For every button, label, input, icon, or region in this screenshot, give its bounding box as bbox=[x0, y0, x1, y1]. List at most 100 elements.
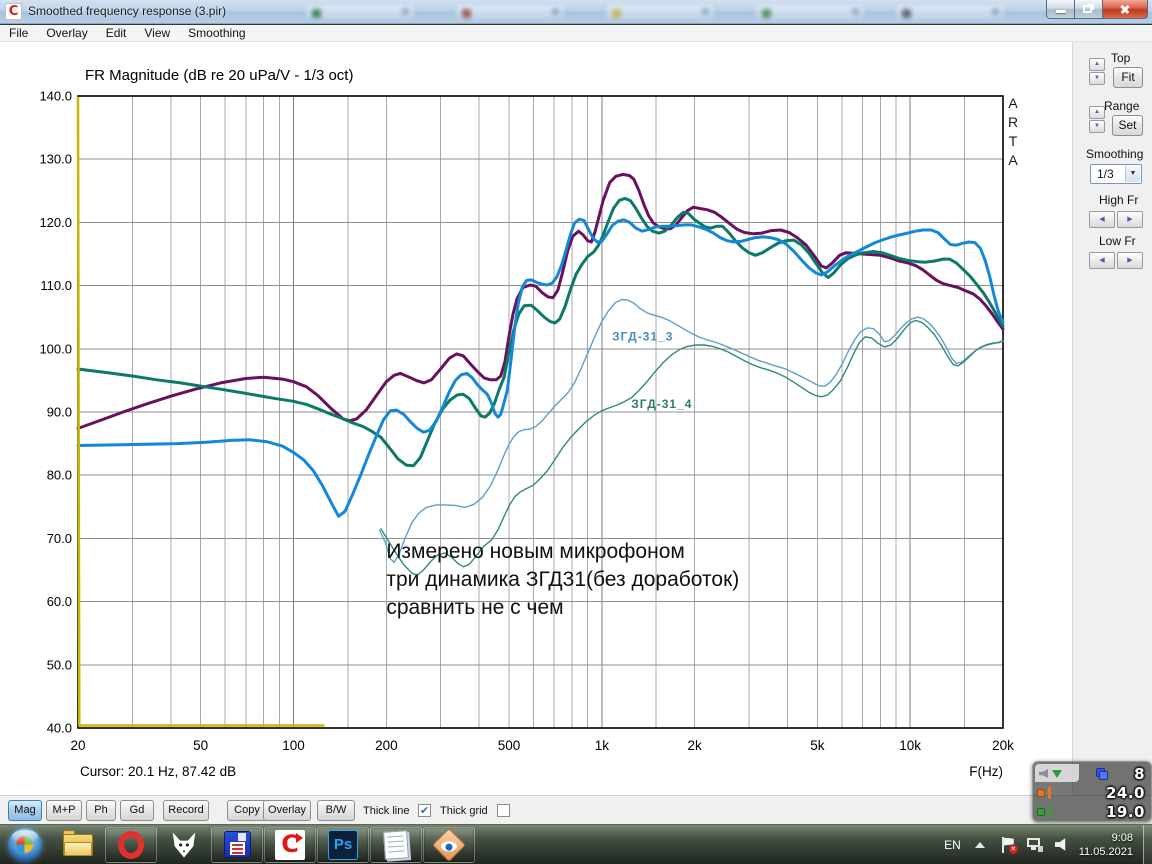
taskbar-item-explorer[interactable] bbox=[52, 827, 104, 863]
clock-time: 9:08 bbox=[1111, 831, 1133, 844]
toolbar-button-ph[interactable]: Ph bbox=[86, 800, 116, 821]
toolbar-button-mag[interactable]: Mag bbox=[8, 800, 42, 821]
toolbar-button-copy[interactable]: Copy bbox=[227, 800, 267, 821]
arta-vertical-logo: A bbox=[1008, 152, 1018, 168]
annotation-text: Измерено новым микрофоном bbox=[386, 540, 685, 563]
annotation-text: сравнить не с чем bbox=[386, 596, 563, 619]
range-spinner[interactable]: ▲ ▼ bbox=[1089, 106, 1105, 133]
high-fr-right-button[interactable]: ▶ bbox=[1117, 211, 1143, 228]
toolbar-button-m-p[interactable]: M+P bbox=[46, 800, 82, 821]
overlay-thin-blue bbox=[378, 298, 1004, 564]
thick-line-checkbox[interactable]: ✔ bbox=[418, 804, 431, 817]
high-fr-left-button[interactable]: ◀ bbox=[1089, 211, 1115, 228]
x-axis-tick-label: 200 bbox=[375, 738, 398, 753]
arta-vertical-logo: A bbox=[1008, 95, 1018, 111]
high-fr-label: High Fr bbox=[1099, 193, 1139, 207]
gadget-value: 8 bbox=[1134, 764, 1145, 783]
action-center-flag-icon[interactable]: ✕ bbox=[1001, 836, 1018, 854]
language-indicator[interactable]: EN bbox=[944, 838, 961, 852]
arta-vertical-logo: R bbox=[1008, 114, 1018, 130]
x-axis-tick-label: 2k bbox=[688, 738, 703, 753]
volume-icon bbox=[1039, 769, 1048, 778]
pages-icon bbox=[1096, 767, 1108, 780]
toolbar-button-overlay[interactable]: Overlay bbox=[263, 800, 311, 821]
cursor-readout: Cursor: 20.1 Hz, 87.42 dB bbox=[80, 764, 236, 779]
foobar-fox-icon bbox=[172, 832, 196, 857]
fit-button[interactable]: Fit bbox=[1113, 67, 1143, 88]
menu-item-overlay[interactable]: Overlay bbox=[37, 26, 96, 40]
x-axis-tick-label: 100 bbox=[282, 738, 305, 753]
taskbar-item-photoshop[interactable]: Ps bbox=[317, 826, 369, 863]
x-axis-tick-label: 1k bbox=[595, 738, 610, 753]
y-axis-tick-label: 70.0 bbox=[47, 531, 72, 546]
window-title: Smoothed frequency response (3.pir) bbox=[28, 4, 227, 18]
green-meter-icon bbox=[1037, 805, 1051, 818]
curve-blue bbox=[76, 217, 1005, 518]
hidden-icons-arrow[interactable] bbox=[974, 841, 985, 848]
set-button[interactable]: Set bbox=[1112, 115, 1143, 136]
y-axis-tick-label: 40.0 bbox=[47, 721, 72, 736]
curve-label: ЗГД-31_4 bbox=[631, 397, 692, 411]
taskbar-item-faststone[interactable] bbox=[423, 826, 475, 863]
x-axis-tick-label: 10k bbox=[899, 738, 921, 753]
y-axis-tick-label: 130.0 bbox=[39, 152, 72, 167]
close-button[interactable] bbox=[1103, 0, 1148, 19]
chevron-down-icon: ▼ bbox=[1125, 166, 1140, 182]
chart-title: FR Magnitude (dB re 20 uPa/V - 1/3 oct) bbox=[85, 67, 353, 84]
thick-grid-label: Thick grid bbox=[440, 805, 488, 817]
menu-item-edit[interactable]: Edit bbox=[97, 26, 136, 40]
start-button[interactable] bbox=[8, 827, 42, 862]
curve-label: ЗГД-31_3 bbox=[612, 330, 673, 344]
clock-date: 11.05.2021 bbox=[1078, 845, 1133, 858]
taskbar: C Ps EN ✕ 9:08 11.05.2021 bbox=[0, 824, 1152, 864]
toolbar-button-b-w[interactable]: B/W bbox=[317, 800, 355, 821]
arta-app-icon[interactable]: C bbox=[5, 3, 22, 20]
thick-grid-checkbox[interactable] bbox=[497, 804, 510, 817]
menu-item-smoothing[interactable]: Smoothing bbox=[179, 26, 254, 40]
arta-vertical-logo: T bbox=[1009, 133, 1018, 149]
hardware-monitor-gadget[interactable]: 8 24.0 19.0 bbox=[1032, 761, 1152, 822]
minimize-button[interactable] bbox=[1046, 0, 1075, 19]
taskbar-item-notepad[interactable] bbox=[370, 826, 422, 863]
notepad-icon bbox=[383, 829, 409, 860]
title-bar[interactable]: C Smoothed frequency response (3.pir) bbox=[0, 0, 1152, 24]
screen: C Smoothed frequency response (3.pir) Fi… bbox=[0, 0, 1152, 864]
chart-client-area[interactable]: 140.0 130.0 120.0 110.0 100.0 90.0 80.0 70.0 60.… bbox=[0, 42, 1152, 795]
show-desktop-button[interactable] bbox=[1143, 824, 1152, 864]
low-fr-left-button[interactable]: ◀ bbox=[1089, 252, 1115, 269]
x-axis-tick-label: 50 bbox=[193, 738, 208, 753]
low-fr-right-button[interactable]: ▶ bbox=[1117, 252, 1143, 269]
curve-teal bbox=[76, 196, 1005, 468]
green-down-arrow-icon bbox=[1052, 769, 1062, 778]
orange-meter-icon bbox=[1037, 786, 1051, 799]
toolbar-button-gd[interactable]: Gd bbox=[120, 800, 154, 821]
gadget-value: 19.0 bbox=[1105, 802, 1145, 821]
side-panel: ▲ ▼ Top Fit ▲ ▼ Range Set Smoothing 1/3 ▼ … bbox=[1072, 42, 1152, 795]
clock[interactable]: 9:08 11.05.2021 bbox=[1079, 831, 1133, 859]
system-tray: EN ✕ 9:08 11.05.2021 bbox=[944, 824, 1152, 864]
speaker-icon[interactable] bbox=[1054, 838, 1066, 851]
top-label: Top bbox=[1111, 51, 1131, 65]
y-axis-tick-label: 90.0 bbox=[47, 405, 72, 420]
taskbar-item-opera[interactable] bbox=[105, 826, 157, 863]
x-axis-tick-label: 5k bbox=[810, 738, 825, 753]
y-axis-tick-label: 120.0 bbox=[39, 215, 72, 230]
restore-button[interactable] bbox=[1075, 0, 1103, 19]
smoothing-label: Smoothing bbox=[1086, 147, 1144, 161]
fr-magnitude-chart[interactable]: 140.0 130.0 120.0 110.0 100.0 90.0 80.0 70.0 60.… bbox=[0, 42, 1072, 795]
taskbar-item-arta[interactable]: C bbox=[264, 826, 316, 863]
top-spinner[interactable]: ▲ ▼ bbox=[1089, 58, 1105, 85]
low-fr-label: Low Fr bbox=[1099, 234, 1136, 248]
y-axis-tick-label: 60.0 bbox=[47, 594, 72, 609]
taskbar-item-foobar2000[interactable] bbox=[158, 827, 210, 863]
x-axis-tick-label: 20k bbox=[992, 738, 1014, 753]
menu-item-view[interactable]: View bbox=[135, 26, 179, 40]
toolbar-button-record[interactable]: Record bbox=[163, 800, 209, 821]
photoshop-icon: Ps bbox=[328, 829, 358, 860]
taskbar-item-save[interactable] bbox=[211, 826, 263, 863]
y-axis-tick-label: 80.0 bbox=[47, 468, 72, 483]
network-icon[interactable] bbox=[1026, 837, 1043, 852]
menu-item-file[interactable]: File bbox=[0, 26, 37, 40]
bottom-toolbar: Thick line ✔ Thick grid Mag M+P Ph Gd Record… bbox=[0, 795, 1152, 824]
smoothing-dropdown[interactable]: 1/3 ▼ bbox=[1090, 164, 1142, 184]
